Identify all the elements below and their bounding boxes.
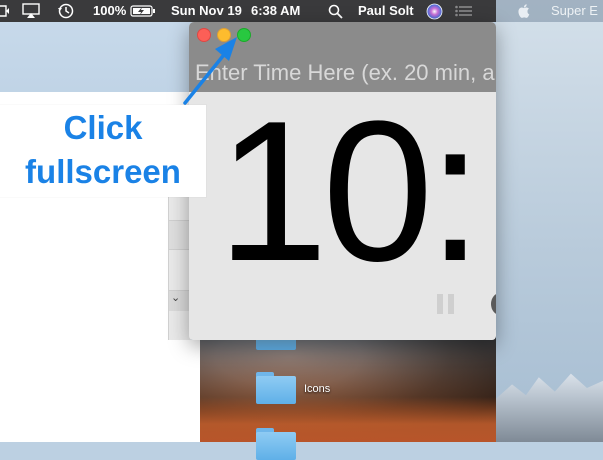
annotation-callout: Click fullscreen <box>0 105 206 197</box>
notification-center-icon[interactable] <box>455 5 473 17</box>
adjacent-space-menubar: Super E <box>496 0 603 22</box>
mountain-wallpaper <box>200 335 496 442</box>
callout-line-1: Click <box>63 109 143 146</box>
reset-button[interactable] <box>491 293 496 315</box>
adjacent-app-name[interactable]: Super E <box>551 3 598 18</box>
desktop-folder[interactable] <box>256 428 296 460</box>
time-machine-icon[interactable] <box>57 3 75 19</box>
menu-bar: 100% Sun Nov 19 6:38 AM Paul Solt <box>0 0 496 22</box>
menubar-date[interactable]: Sun Nov 19 <box>171 3 242 18</box>
callout-line-2: fullscreen <box>25 153 181 190</box>
adjacent-space-preview <box>496 0 603 442</box>
airplay-icon[interactable] <box>22 3 40 19</box>
menubar-clock[interactable]: 6:38 AM <box>251 3 300 18</box>
desktop-folder-icons[interactable] <box>256 372 296 404</box>
window-mirror-icon[interactable] <box>0 4 10 18</box>
chevron-down-icon[interactable]: ⌄ <box>171 291 180 304</box>
menubar-user-name[interactable]: Paul Solt <box>358 3 414 18</box>
countdown-display: 10: <box>217 80 483 303</box>
battery-charging-icon[interactable] <box>130 5 156 17</box>
annotation-arrow <box>183 37 237 105</box>
battery-percent[interactable]: 100% <box>93 3 126 18</box>
pause-button[interactable] <box>437 294 455 314</box>
folder-label-icons[interactable]: Icons <box>304 383 330 395</box>
siri-icon[interactable] <box>426 3 443 20</box>
finder-toolbar-row <box>169 220 191 250</box>
finder-toolbar-strip: ⌄ <box>168 190 191 340</box>
apple-logo-icon[interactable] <box>518 3 530 18</box>
spotlight-search-icon[interactable] <box>328 4 343 19</box>
finder-content-area <box>168 340 200 442</box>
